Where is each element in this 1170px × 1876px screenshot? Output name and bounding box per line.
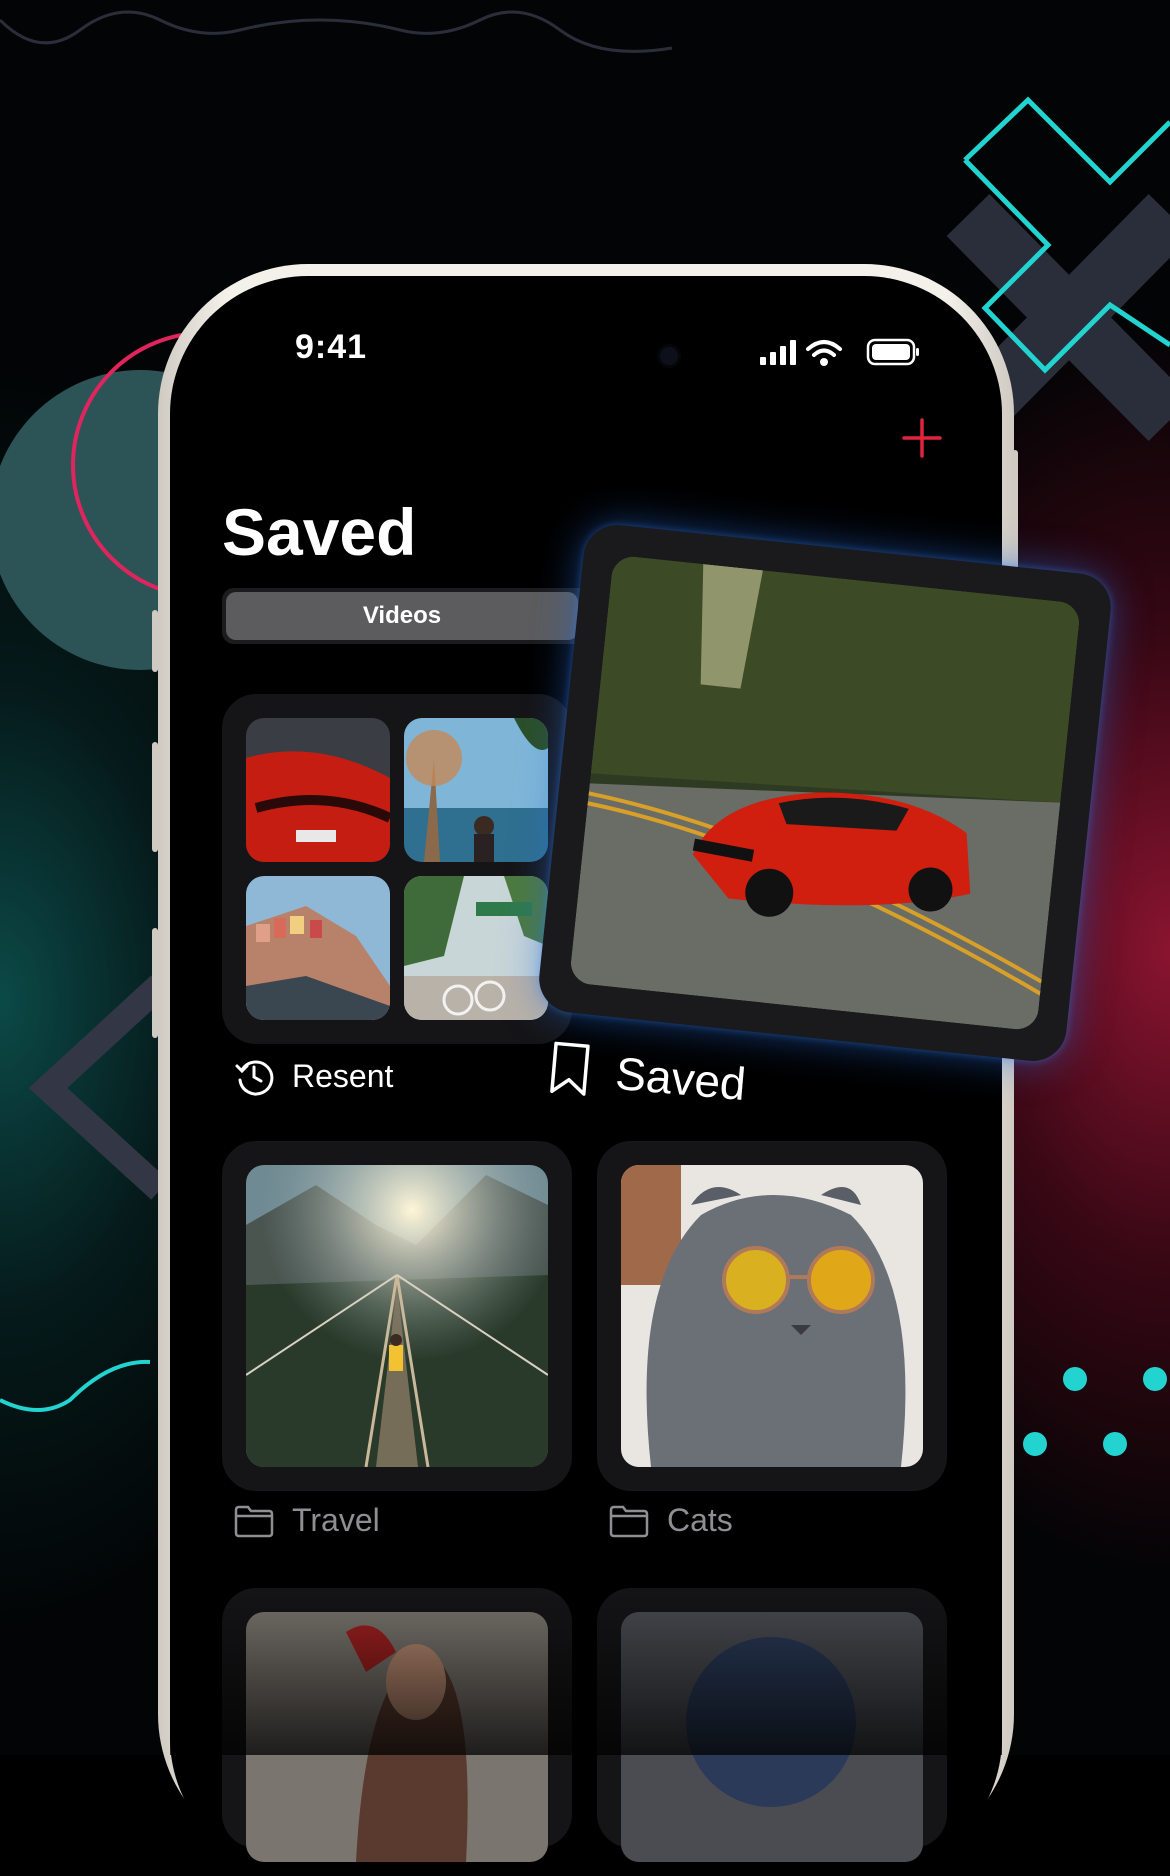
collection-card-travel[interactable] [222,1141,572,1491]
thumbnail-blue-circle [621,1612,923,1862]
collection-card-recent[interactable] [222,694,572,1044]
saved-label: Saved [613,1046,748,1111]
thumbnail-street-bicycle [404,876,548,1020]
volume-up-button [152,742,158,852]
thumbnail-red-car [246,718,390,862]
top-wave-decoration [0,10,673,53]
floating-preview-card[interactable] [535,521,1115,1065]
battery-icon [866,338,919,366]
thumbnail-coastal-town [246,876,390,1020]
thumbnail-suspension-bridge [246,1165,548,1467]
dots-decoration [1023,1367,1167,1456]
collection-label-recent: Resent [234,1056,393,1096]
folder-icon [234,1505,274,1537]
collection-label-travel: Travel [234,1502,380,1539]
clock-history-icon [235,1060,274,1096]
volume-down-button [152,928,158,1038]
collection-label-cats: Cats [609,1502,733,1539]
thumbnail-red-camaro [568,554,1082,1032]
wifi-icon [806,340,842,357]
collection-card-portrait[interactable] [222,1588,572,1862]
teal-wave-decoration [0,1359,151,1412]
side-button [152,610,158,672]
thumbnail-portrait [246,1612,548,1862]
page-title: Saved [222,495,417,569]
plus-icon[interactable] [900,416,944,460]
collection-card-cats[interactable] [597,1141,947,1491]
collection-card-blue[interactable] [597,1588,947,1862]
thumbnail-beach-woman [404,718,548,862]
collection-title: Travel [292,1502,380,1538]
tab-videos[interactable]: Videos [226,592,578,640]
status-time: 9:41 [295,328,368,366]
collection-title: Cats [667,1502,733,1538]
bookmark-icon [550,1041,590,1096]
collection-title: Resent [292,1057,394,1094]
thumbnail-cat-sunglasses [621,1165,923,1467]
left-chevron-decoration [28,975,169,1200]
folder-icon [609,1505,649,1537]
signal-icon [760,340,796,365]
front-camera [660,347,678,365]
status-icons [760,338,919,366]
